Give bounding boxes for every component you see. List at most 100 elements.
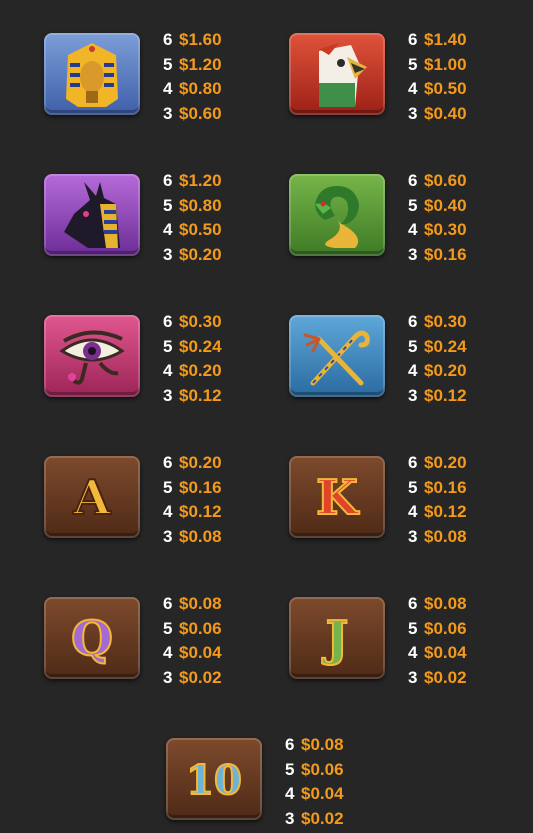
payout-amount: $0.08 [301, 735, 344, 754]
payout-amount: $0.80 [179, 195, 222, 215]
symbol-glyph: K [316, 470, 360, 526]
payout-row: 5 $0.24 [163, 335, 222, 360]
payout-amount: $0.02 [301, 808, 344, 828]
symbol-glyph: Q [71, 611, 113, 667]
payout-row: 6 $1.40 [408, 28, 467, 53]
match-count: 3 [163, 526, 173, 546]
payout-amount: $0.20 [179, 361, 222, 380]
payout-amount: $0.12 [179, 502, 222, 521]
payout-list: 6 $0.08 5 $0.06 4 $0.04 3 $0.02 [285, 733, 344, 831]
payout-row: 3 $0.08 [163, 525, 222, 550]
payout-amount: $0.60 [424, 171, 467, 190]
payout-amount: $0.40 [424, 103, 467, 123]
payout-row: 4 $0.04 [285, 782, 344, 807]
payout-list: 6 $0.20 5 $0.16 4 $0.12 3 $0.08 [408, 451, 467, 549]
payout-row: 4 $0.04 [163, 641, 222, 666]
payout-amount: $1.20 [179, 54, 222, 74]
payout-row: 6 $0.08 [408, 592, 467, 617]
match-count: 6 [163, 594, 173, 613]
payout-row: 5 $0.06 [163, 617, 222, 642]
falcon-head-icon [289, 33, 385, 115]
match-count: 6 [285, 735, 295, 754]
symbol-entry-ten: 10 6 $0.08 5 $0.06 4 $0.04 3 $0.02 [166, 733, 396, 833]
letter-q-icon: Q [44, 597, 140, 679]
payout-amount: $0.20 [424, 453, 467, 472]
payout-amount: $0.08 [424, 526, 467, 546]
symbol-entry-j: J 6 $0.08 5 $0.06 4 $0.04 3 $0.02 [289, 592, 519, 692]
payout-row: 3 $0.60 [163, 102, 222, 127]
payout-list: 6 $0.08 5 $0.06 4 $0.04 3 $0.02 [163, 592, 222, 690]
payout-row: 3 $0.20 [163, 243, 222, 268]
match-count: 4 [408, 361, 418, 380]
payout-row: 3 $0.02 [163, 666, 222, 691]
match-count: 4 [163, 643, 173, 662]
payout-amount: $0.12 [179, 385, 222, 405]
payout-row: 4 $0.50 [408, 77, 467, 102]
match-count: 3 [163, 667, 173, 687]
payout-amount: $0.30 [424, 220, 467, 239]
payout-list: 6 $1.40 5 $1.00 4 $0.50 3 $0.40 [408, 28, 467, 126]
symbol-entry-a: A 6 $0.20 5 $0.16 4 $0.12 3 $0.08 [44, 451, 274, 551]
payout-amount: $0.06 [301, 759, 344, 779]
payout-amount: $0.12 [424, 385, 467, 405]
match-count: 5 [408, 195, 418, 215]
symbol-entry-cobra: 6 $0.60 5 $0.40 4 $0.30 3 $0.16 [289, 169, 519, 269]
payout-list: 6 $1.60 5 $1.20 4 $0.80 3 $0.60 [163, 28, 222, 126]
payout-amount: $0.04 [301, 784, 344, 803]
payout-amount: $0.30 [424, 312, 467, 331]
payout-row: 6 $0.08 [285, 733, 344, 758]
match-count: 6 [408, 312, 418, 331]
match-count: 3 [163, 103, 173, 123]
symbol-entry-crook-and-flail: 6 $0.30 5 $0.24 4 $0.20 3 $0.12 [289, 310, 519, 410]
payout-row: 3 $0.02 [408, 666, 467, 691]
match-count: 4 [163, 361, 173, 380]
payout-row: 5 $0.80 [163, 194, 222, 219]
payout-amount: $0.08 [179, 594, 222, 613]
letter-j-icon: J [289, 597, 385, 679]
payout-row: 6 $1.60 [163, 28, 222, 53]
payout-amount: $0.24 [424, 336, 467, 356]
payout-row: 6 $0.30 [408, 310, 467, 335]
match-count: 4 [163, 220, 173, 239]
payout-row: 4 $0.20 [163, 359, 222, 384]
symbol-glyph: 10 [186, 757, 242, 804]
symbol-entry-q: Q 6 $0.08 5 $0.06 4 $0.04 3 $0.02 [44, 592, 274, 692]
payout-row: 4 $0.12 [408, 500, 467, 525]
payout-row: 3 $0.02 [285, 807, 344, 832]
payout-amount: $0.06 [179, 618, 222, 638]
payout-amount: $0.60 [179, 103, 222, 123]
match-count: 3 [408, 526, 418, 546]
payout-row: 3 $0.40 [408, 102, 467, 127]
payout-list: 6 $1.20 5 $0.80 4 $0.50 3 $0.20 [163, 169, 222, 267]
match-count: 6 [408, 171, 418, 190]
payout-amount: $1.20 [179, 171, 222, 190]
payout-amount: $0.20 [424, 361, 467, 380]
number-ten-icon: 10 [166, 738, 262, 820]
match-count: 3 [408, 385, 418, 405]
symbol-entry-horus: 6 $1.40 5 $1.00 4 $0.50 3 $0.40 [289, 28, 519, 128]
payout-row: 5 $0.24 [408, 335, 467, 360]
match-count: 5 [163, 477, 173, 497]
symbol-entry-anubis: 6 $1.20 5 $0.80 4 $0.50 3 $0.20 [44, 169, 274, 269]
payout-row: 6 $0.08 [163, 592, 222, 617]
payout-amount: $0.06 [424, 618, 467, 638]
payout-row: 3 $0.12 [408, 384, 467, 409]
match-count: 4 [408, 502, 418, 521]
match-count: 6 [408, 453, 418, 472]
symbol-glyph: A [72, 470, 111, 526]
payout-list: 6 $0.20 5 $0.16 4 $0.12 3 $0.08 [163, 451, 222, 549]
payout-row: 6 $0.30 [163, 310, 222, 335]
match-count: 5 [408, 618, 418, 638]
match-count: 4 [408, 220, 418, 239]
crook-and-flail-icon [289, 315, 385, 397]
match-count: 3 [408, 244, 418, 264]
payout-list: 6 $0.08 5 $0.06 4 $0.04 3 $0.02 [408, 592, 467, 690]
payout-amount: $0.08 [179, 526, 222, 546]
jackal-head-icon [44, 174, 140, 256]
payout-row: 3 $0.08 [408, 525, 467, 550]
match-count: 4 [408, 643, 418, 662]
payout-row: 3 $0.16 [408, 243, 467, 268]
match-count: 6 [163, 453, 173, 472]
payout-row: 5 $0.16 [163, 476, 222, 501]
match-count: 3 [163, 244, 173, 264]
